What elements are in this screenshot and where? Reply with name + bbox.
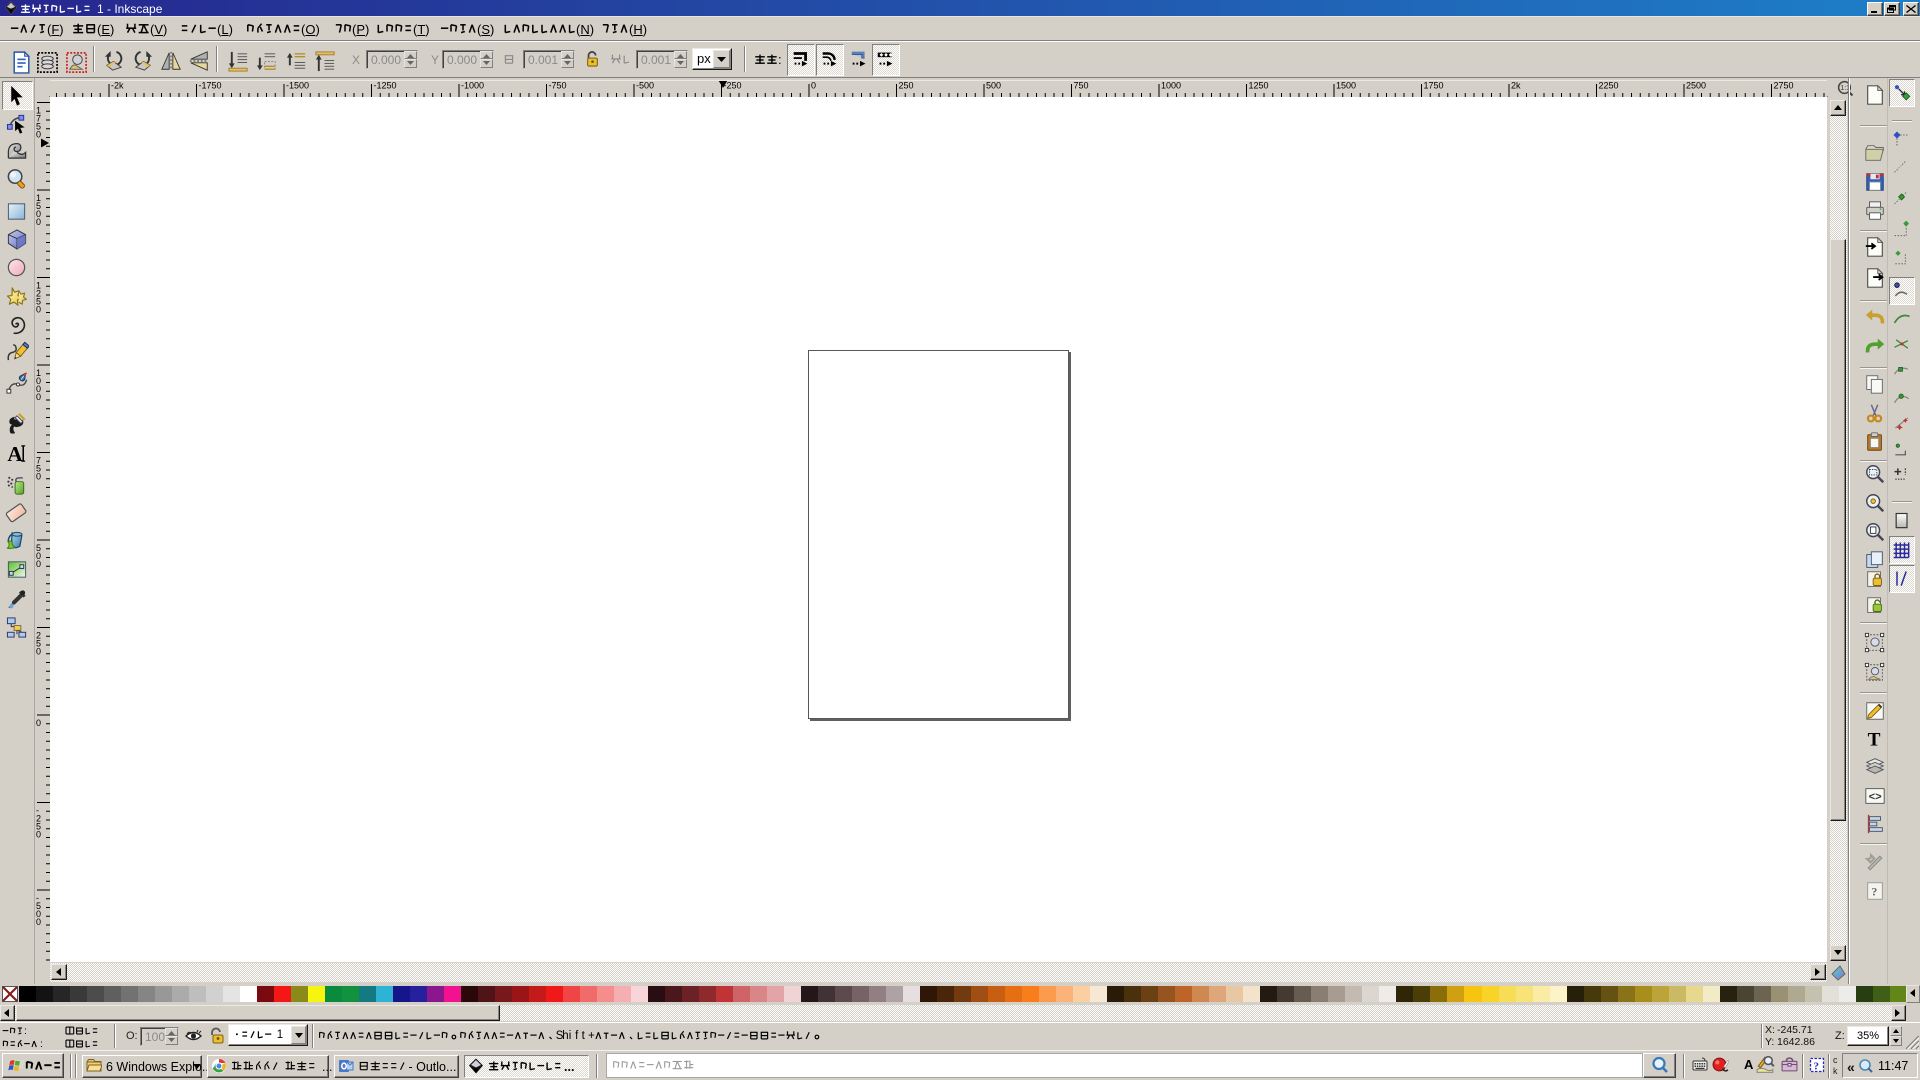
svg-text:A: A xyxy=(7,442,23,465)
svg-text:A: A xyxy=(1744,1057,1754,1072)
svg-text:0: 0 xyxy=(36,472,41,482)
svg-text:1750: 1750 xyxy=(1424,81,1444,91)
svg-text:f: f xyxy=(575,1030,579,1042)
svg-text:0: 0 xyxy=(36,305,41,315)
svg-text:250: 250 xyxy=(899,81,914,91)
svg-text:0: 0 xyxy=(811,81,816,91)
svg-text:-1500: -1500 xyxy=(286,81,309,91)
svg-text:-1000: -1000 xyxy=(461,81,484,91)
svg-text:0: 0 xyxy=(36,559,41,569)
svg-text:-750: -750 xyxy=(549,81,567,91)
svg-text:1500: 1500 xyxy=(1336,81,1356,91)
svg-text:-2k: -2k xyxy=(111,81,124,91)
svg-text:+: + xyxy=(588,1030,595,1042)
svg-text:T: T xyxy=(1868,729,1881,749)
svg-text:0: 0 xyxy=(36,718,41,728)
svg-text:?: ? xyxy=(1814,1061,1820,1073)
svg-text:2750: 2750 xyxy=(1774,81,1794,91)
svg-text:2250: 2250 xyxy=(1599,81,1619,91)
svg-text:0: 0 xyxy=(36,217,41,227)
svg-text:0: 0 xyxy=(36,647,41,657)
svg-text:<>: <> xyxy=(1869,792,1883,804)
svg-text:t: t xyxy=(582,1030,586,1042)
svg-text:0: 0 xyxy=(36,830,41,840)
svg-text:2500: 2500 xyxy=(1686,81,1706,91)
svg-text:0: 0 xyxy=(36,392,41,402)
svg-text:1250: 1250 xyxy=(1249,81,1269,91)
svg-text:1000: 1000 xyxy=(1161,81,1181,91)
svg-text:-500: -500 xyxy=(636,81,654,91)
svg-text:-1250: -1250 xyxy=(374,81,397,91)
svg-text:750: 750 xyxy=(1074,81,1089,91)
svg-text:0: 0 xyxy=(36,130,41,140)
svg-text:0: 0 xyxy=(36,917,41,927)
svg-text:-1750: -1750 xyxy=(199,81,222,91)
svg-text:500: 500 xyxy=(986,81,1001,91)
svg-text:?: ? xyxy=(1871,885,1877,899)
svg-text:2k: 2k xyxy=(1511,81,1521,91)
svg-text:1: 1 xyxy=(277,1029,283,1041)
svg-text:i: i xyxy=(569,1030,572,1042)
